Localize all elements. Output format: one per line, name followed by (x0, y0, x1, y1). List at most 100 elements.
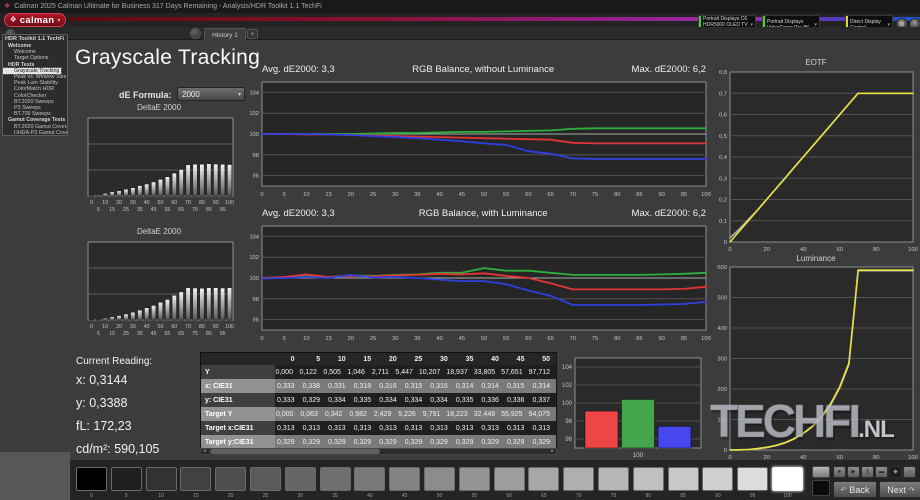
play-icon[interactable]: ▶ (847, 466, 860, 478)
table-cell: 0,063 (300, 410, 318, 418)
window-title: Calman 2025 Calman Ultimate for Business… (14, 3, 322, 10)
table-cell: 0,000 (275, 368, 293, 376)
svg-text:25: 25 (123, 331, 129, 337)
pattern-swatch-90[interactable] (702, 467, 734, 491)
pattern-swatch-75[interactable] (598, 467, 629, 491)
pattern-swatch-100[interactable] (772, 467, 803, 491)
calman-window: ❖ Calman 2025 Calman Ultimate for Busine… (0, 0, 920, 500)
pattern-swatch-70[interactable] (563, 467, 595, 491)
pattern-swatch-15[interactable] (180, 467, 212, 491)
svg-text:45: 45 (151, 331, 157, 337)
chart-title: Luminance (796, 254, 836, 263)
luminance-chart: Luminance 0 100 200 300 400 500 600 0 20 40 60 80 10… (712, 254, 920, 461)
pattern-toolbar: 0 5 10 15 20 25 30 35 40 45 50 55 60 65 70 75 80 85 90 95 10… (70, 460, 920, 500)
swatch-label: 95 (749, 493, 756, 499)
pattern-swatch-10[interactable] (145, 467, 177, 491)
table-cell: 0,122 (299, 368, 317, 376)
svg-text:30: 30 (392, 336, 398, 342)
table-cell: 0,334 (379, 396, 397, 404)
column-header: 50 (542, 355, 551, 363)
column-header: 35 (465, 355, 474, 363)
rgb-level-bars-plot: 96 98 100 102 104 100 (562, 357, 702, 459)
marker-icon[interactable]: ◆ (889, 466, 902, 478)
pattern-swatch-30[interactable] (284, 467, 316, 491)
back-label: Back (849, 484, 870, 495)
snapshot-icon[interactable] (190, 28, 201, 39)
record-icon[interactable]: ● (833, 466, 846, 478)
svg-text:98: 98 (253, 297, 259, 303)
scroll-left-icon[interactable]: ◂ (201, 449, 208, 454)
table-scrollbar[interactable]: ◂ ▸ (200, 448, 557, 455)
svg-text:70: 70 (570, 336, 576, 342)
swatch-label: 50 (436, 493, 443, 499)
pattern-swatch-40[interactable] (354, 467, 386, 491)
pattern-swatch-50[interactable] (424, 467, 455, 491)
svg-text:75: 75 (192, 331, 198, 337)
back-button[interactable]: ↶ Back (833, 481, 877, 498)
row-label: Target y:CIE31 (201, 435, 275, 449)
svg-text:100: 100 (249, 132, 259, 138)
circle-icon[interactable]: ○ (903, 466, 916, 478)
table-cell: 0,329 (328, 438, 346, 446)
stop-icon[interactable]: ▬ (875, 466, 888, 478)
svg-text:96: 96 (253, 318, 259, 324)
svg-text:80: 80 (614, 336, 620, 342)
column-header: 25 (414, 355, 423, 363)
next-button[interactable]: Next ↷ (879, 481, 920, 498)
de-formula-dropdown[interactable]: 2000 ▾ (177, 87, 245, 101)
svg-text:102: 102 (562, 383, 573, 389)
calman-app-icon: ❖ (4, 3, 11, 10)
svg-text:20: 20 (116, 200, 122, 206)
svg-text:104: 104 (249, 234, 259, 240)
max-de-label: Max. dE2000: 6,2 (631, 64, 706, 75)
scrollbar-thumb[interactable] (210, 449, 380, 454)
pattern-black-button[interactable] (812, 480, 830, 496)
pattern-swatch-35[interactable] (319, 467, 351, 491)
pattern-swatch-85[interactable] (667, 467, 699, 491)
pattern-swatch-55[interactable] (458, 467, 490, 491)
table-cell: 0,334 (328, 396, 346, 404)
pause-icon[interactable]: ∥ (861, 466, 874, 478)
svg-text:25: 25 (370, 192, 376, 198)
pattern-swatch-95[interactable] (737, 467, 769, 491)
calman-logo-icon: ❖ (9, 15, 17, 24)
svg-text:30: 30 (130, 200, 136, 206)
grayscale-data-table: 0 5 10 15 20 25 30 35 40 45 50 Y 0,000 0,122 0,505 1,04… (200, 352, 557, 450)
delta-e-bottom-chart: DeltaE 2000 0 5 10 15 20 25 30 35 40 45 50 55 60 65 70… (74, 227, 244, 341)
table-cell: 9,791 (422, 410, 441, 418)
svg-text:20: 20 (116, 324, 122, 330)
pattern-swatch-25[interactable] (250, 467, 281, 491)
svg-text:80: 80 (873, 247, 879, 253)
svg-text:400: 400 (717, 326, 727, 332)
pattern-swatch-20[interactable] (215, 467, 247, 491)
tab-history-1[interactable]: History 1 (204, 28, 246, 41)
calman-menu-button[interactable]: ❖ calman ▾ (4, 13, 66, 27)
sidebar-item-uhda-p3-gamut-coverage[interactable]: UHDA-P3 Gamut Coverage (3, 130, 67, 135)
svg-text:200: 200 (717, 387, 727, 393)
swatch-label: 25 (262, 493, 269, 499)
pattern-swatch-5[interactable] (110, 467, 142, 491)
svg-text:100: 100 (225, 324, 234, 330)
svg-text:70: 70 (570, 192, 576, 198)
pattern-swatch-45[interactable] (389, 467, 421, 491)
pattern-swatch-80[interactable] (632, 467, 664, 491)
pattern-swatch-60[interactable] (493, 467, 525, 491)
reading-y: y: 0,3388 (76, 396, 128, 410)
svg-text:35: 35 (414, 336, 420, 342)
svg-text:0,4: 0,4 (719, 155, 728, 161)
pattern-swatch-0[interactable] (76, 467, 107, 491)
table-cell: 0,329 (481, 438, 499, 446)
add-tab-button[interactable]: + (247, 29, 258, 39)
pattern-preview-button[interactable] (812, 466, 830, 478)
svg-text:35: 35 (137, 207, 143, 213)
svg-text:60: 60 (171, 200, 177, 206)
svg-text:100: 100 (562, 401, 573, 407)
sidebar-item-gamut-coverage-tests[interactable]: Gamut Coverage Tests (3, 117, 67, 123)
table-cell: 0,337 (532, 396, 551, 404)
svg-text:100: 100 (249, 276, 259, 282)
svg-text:35: 35 (414, 192, 420, 198)
scroll-right-icon[interactable]: ▸ (549, 449, 556, 454)
swatch-label: 75 (610, 493, 617, 499)
pattern-swatch-65[interactable] (528, 467, 560, 491)
luminance-plot: 01002003004005006000 20 40 60 80 100 (717, 265, 918, 461)
